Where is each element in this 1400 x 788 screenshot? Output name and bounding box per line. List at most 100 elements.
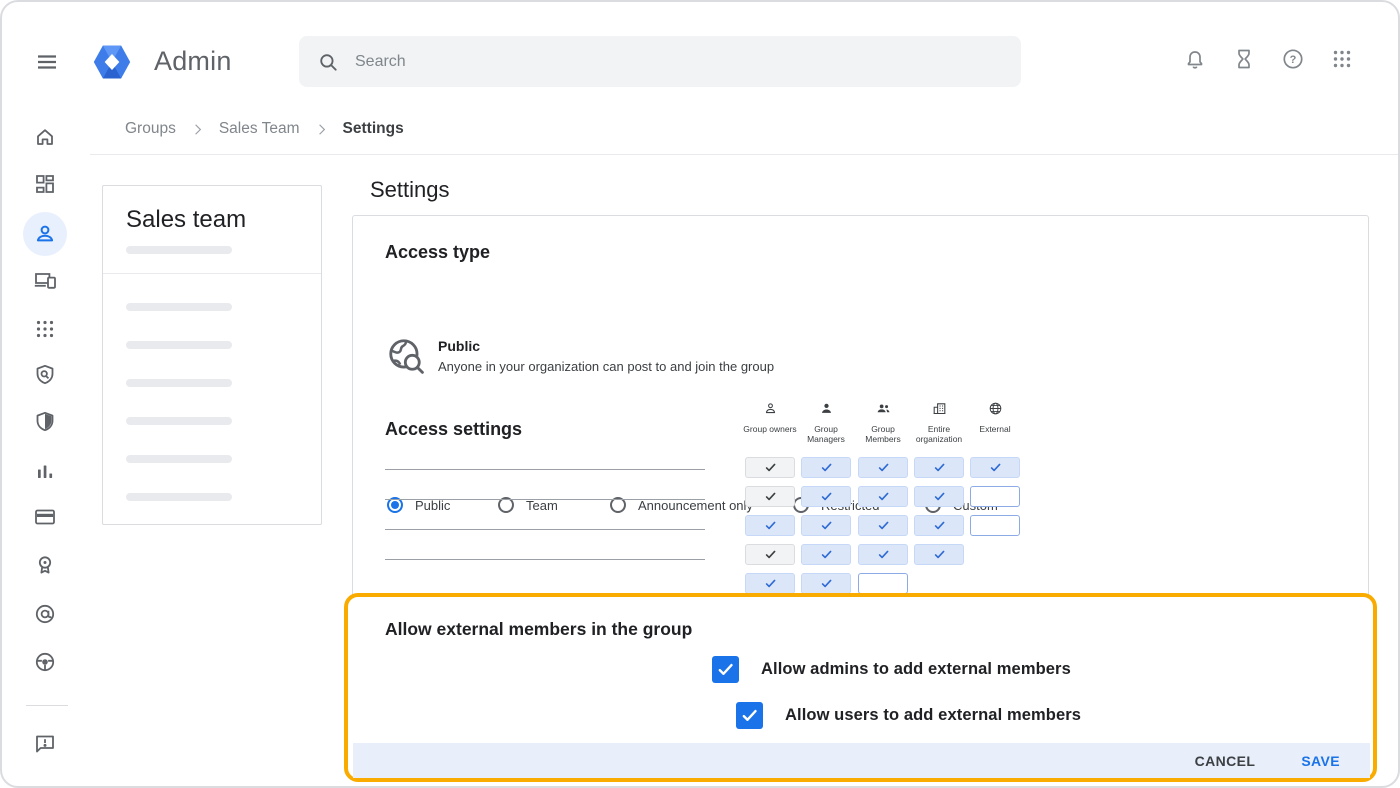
matrix-column-group-owners: Group owners bbox=[742, 401, 798, 434]
feedback-icon[interactable] bbox=[33, 732, 57, 756]
matrix-column-external: External bbox=[967, 401, 1023, 434]
access-cell-r4-c2[interactable] bbox=[801, 544, 851, 565]
access-cell-r3-c1[interactable] bbox=[745, 515, 795, 536]
shield-icon bbox=[33, 410, 57, 434]
sidebar-item-reporting[interactable] bbox=[23, 450, 67, 494]
matrix-column-entire-organization: Entire organization bbox=[911, 401, 967, 444]
notifications-button[interactable] bbox=[1183, 47, 1207, 71]
allow-admins-checkbox[interactable] bbox=[712, 656, 739, 683]
setting-row-placeholder bbox=[385, 469, 705, 470]
person-filled-icon bbox=[819, 401, 834, 416]
sidebar-item-account-badge[interactable] bbox=[23, 543, 67, 587]
placeholder-line bbox=[126, 417, 232, 425]
page-title: Settings bbox=[370, 177, 450, 203]
cancel-button[interactable]: CANCEL bbox=[1195, 753, 1256, 769]
admin-console-window: Admin ? GroupsSales TeamSettings Sales t… bbox=[0, 0, 1400, 788]
dashboard-icon bbox=[33, 172, 57, 196]
sidebar-item-compliance-shield[interactable] bbox=[23, 400, 67, 444]
sidebar-item-devices[interactable] bbox=[23, 258, 67, 302]
access-cell-r1-c1 bbox=[745, 457, 795, 478]
sidebar-item-apps[interactable] bbox=[23, 307, 67, 351]
bell-icon bbox=[1183, 47, 1207, 71]
matrix-column-label: Group Managers bbox=[798, 424, 854, 444]
billing-card-icon bbox=[33, 505, 57, 529]
access-cell-r1-c2[interactable] bbox=[801, 457, 851, 478]
access-cell-r2-c5[interactable] bbox=[970, 486, 1020, 507]
breadcrumb-current: Settings bbox=[343, 120, 404, 138]
action-bar: CANCEL SAVE bbox=[353, 743, 1370, 778]
group-panel-divider bbox=[103, 273, 321, 274]
access-cell-r3-c2[interactable] bbox=[801, 515, 851, 536]
external-members-heading: Allow external members in the group bbox=[385, 619, 692, 640]
apps-grid-icon bbox=[1330, 47, 1354, 71]
allow-users-checkbox[interactable] bbox=[736, 702, 763, 729]
setting-row-placeholder bbox=[385, 559, 705, 560]
sidebar-item-home[interactable] bbox=[23, 115, 67, 159]
bar-chart-icon bbox=[33, 460, 57, 484]
access-cell-r5-c3[interactable] bbox=[858, 573, 908, 594]
people-icon bbox=[876, 401, 891, 416]
access-cell-r2-c1 bbox=[745, 486, 795, 507]
topbar-actions: ? bbox=[1183, 47, 1354, 71]
apps-icon bbox=[33, 317, 57, 341]
sidebar-item-directory[interactable] bbox=[23, 212, 67, 256]
sidebar-item-security[interactable] bbox=[23, 353, 67, 397]
nav-divider bbox=[26, 705, 68, 706]
external-members-section: Allow external members in the group Allo… bbox=[344, 593, 1377, 782]
shield-at-icon bbox=[33, 363, 57, 387]
access-cell-r1-c3[interactable] bbox=[858, 457, 908, 478]
access-cell-r4-c3[interactable] bbox=[858, 544, 908, 565]
matrix-column-label: Group Members bbox=[855, 424, 911, 444]
access-cell-r1-c4[interactable] bbox=[914, 457, 964, 478]
search-input[interactable] bbox=[353, 52, 1003, 72]
access-cell-r3-c5[interactable] bbox=[970, 515, 1020, 536]
menu-icon[interactable] bbox=[34, 50, 60, 74]
svg-text:?: ? bbox=[1290, 54, 1297, 66]
access-cell-r4-c1 bbox=[745, 544, 795, 565]
devices-icon bbox=[33, 268, 57, 292]
breadcrumb-link[interactable]: Groups bbox=[125, 120, 176, 138]
app-launcher-button[interactable] bbox=[1330, 47, 1354, 71]
sidebar-item-support[interactable] bbox=[23, 640, 67, 684]
access-cell-r2-c4[interactable] bbox=[914, 486, 964, 507]
person-icon bbox=[33, 222, 57, 246]
access-cell-r5-c1[interactable] bbox=[745, 573, 795, 594]
placeholder-line bbox=[126, 493, 232, 501]
access-type-info-description: Anyone in your organization can post to … bbox=[438, 359, 774, 374]
help-button[interactable]: ? bbox=[1281, 47, 1305, 71]
hourglass-icon bbox=[1232, 47, 1256, 71]
save-button[interactable]: SAVE bbox=[1301, 753, 1340, 769]
sidebar-item-domains[interactable] bbox=[23, 592, 67, 636]
sidebar-item-dashboard[interactable] bbox=[23, 162, 67, 206]
matrix-column-group-members: Group Members bbox=[855, 401, 911, 444]
access-type-info-title: Public bbox=[438, 338, 480, 354]
access-cell-r2-c2[interactable] bbox=[801, 486, 851, 507]
globe-icon bbox=[988, 401, 1003, 416]
access-cell-r5-c2[interactable] bbox=[801, 573, 851, 594]
access-cell-r3-c4[interactable] bbox=[914, 515, 964, 536]
pending-tasks-button[interactable] bbox=[1232, 47, 1256, 71]
placeholder-line bbox=[126, 455, 232, 463]
allow-admins-label: Allow admins to add external members bbox=[761, 660, 1071, 679]
access-cell-r1-c5[interactable] bbox=[970, 457, 1020, 478]
access-cell-r3-c3[interactable] bbox=[858, 515, 908, 536]
organization-icon bbox=[932, 401, 947, 416]
chevron-right-icon bbox=[189, 121, 206, 138]
allow-users-label: Allow users to add external members bbox=[785, 706, 1081, 725]
steering-wheel-icon bbox=[33, 650, 57, 674]
search-icon bbox=[317, 51, 339, 73]
public-globe-search-icon bbox=[386, 336, 424, 374]
breadcrumb-link[interactable]: Sales Team bbox=[219, 120, 300, 138]
access-type-heading: Access type bbox=[385, 242, 490, 263]
matrix-column-label: External bbox=[967, 424, 1023, 434]
access-cell-r2-c3[interactable] bbox=[858, 486, 908, 507]
chevron-right-icon bbox=[313, 121, 330, 138]
search-bar[interactable] bbox=[299, 36, 1021, 87]
home-icon bbox=[33, 125, 57, 149]
matrix-column-label: Entire organization bbox=[911, 424, 967, 444]
placeholder-line bbox=[126, 303, 232, 311]
placeholder-line bbox=[126, 246, 232, 254]
sidebar-item-billing[interactable] bbox=[23, 495, 67, 539]
placeholder-line bbox=[126, 379, 232, 387]
access-cell-r4-c4[interactable] bbox=[914, 544, 964, 565]
